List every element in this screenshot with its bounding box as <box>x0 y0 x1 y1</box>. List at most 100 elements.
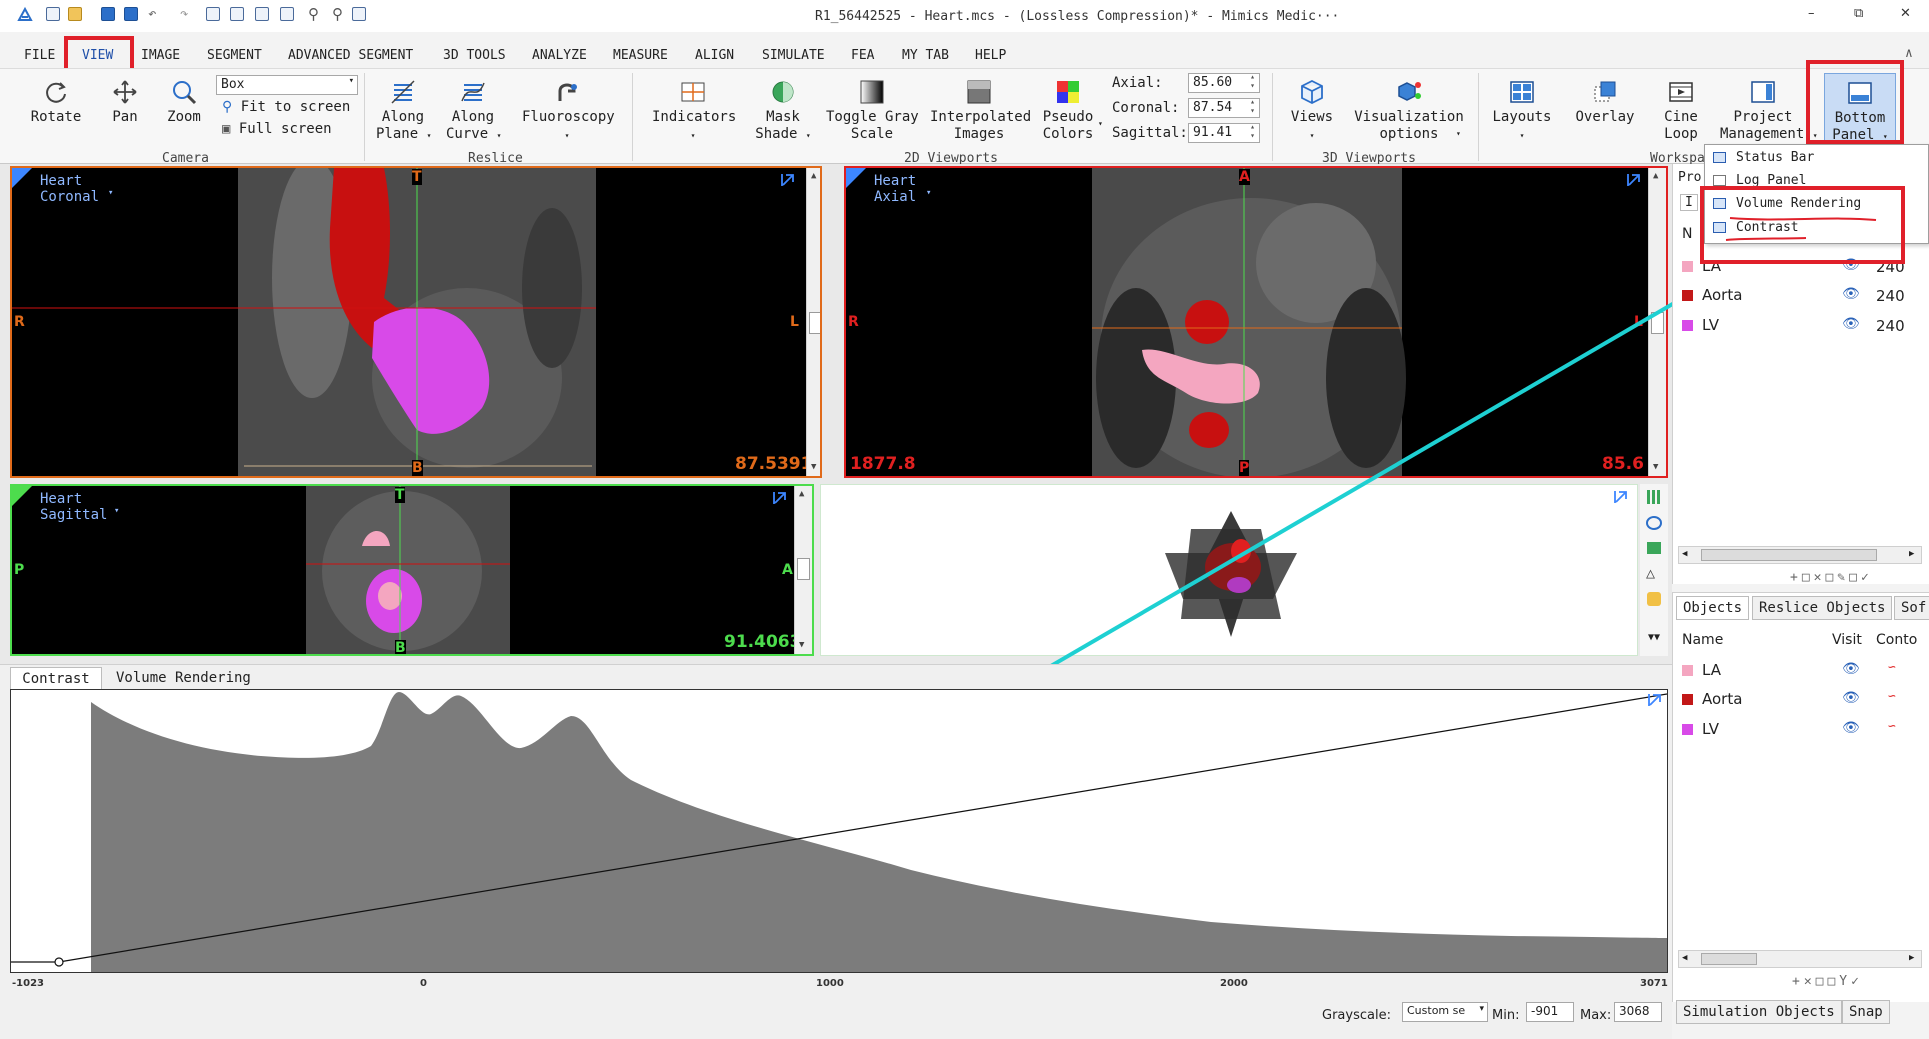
project-management-button[interactable]: Project Management ▾ <box>1720 79 1818 144</box>
masks-toolbar[interactable]: +□✕□✎□✓ <box>1790 570 1873 585</box>
full-screen-button[interactable]: ▣ Full screen <box>222 121 332 137</box>
sagittal-viewport-label[interactable]: Heart Sagittal <box>40 491 107 523</box>
min-input[interactable]: -901 <box>1526 1002 1574 1022</box>
redo-icon[interactable]: ↷ <box>180 6 188 22</box>
paste-icon[interactable] <box>280 7 294 21</box>
views-button[interactable]: Views ▾ <box>1284 79 1340 144</box>
eye-icon[interactable]: 👁 <box>1842 690 1860 706</box>
menu-my-tab[interactable]: MY TAB <box>902 48 949 63</box>
tab-contrast[interactable]: Contrast <box>10 667 102 689</box>
copy-icon[interactable] <box>255 7 269 21</box>
box-icon[interactable] <box>1647 542 1661 554</box>
eye-icon[interactable]: 👁 <box>1842 661 1860 677</box>
tab-objects[interactable]: Objects <box>1676 596 1750 620</box>
object-row[interactable]: Aorta <box>1682 690 1742 708</box>
print-icon[interactable] <box>206 7 220 21</box>
coronal-viewport-label[interactable]: Heart Coronal <box>40 173 99 205</box>
open-folder-icon[interactable] <box>68 7 82 21</box>
fluoroscopy-button[interactable]: Fluoroscopy ▾ <box>522 79 615 144</box>
layouts-button[interactable]: Layouts ▾ <box>1490 79 1554 144</box>
pan-button[interactable]: Pan <box>100 79 150 126</box>
contour-icon[interactable]: ∽ <box>1888 719 1896 734</box>
masks-horizontal-scrollbar[interactable]: ◀ ▶ <box>1678 546 1922 564</box>
mask-shade-button[interactable]: Mask Shade ▾ <box>750 79 816 144</box>
tab-software[interactable]: Sof <box>1894 596 1929 620</box>
scroll-up-icon[interactable]: ▲ <box>811 171 816 181</box>
coronal-viewport[interactable]: Heart Coronal ▾ T B R L 87.5391 ▲ ▼ <box>10 166 822 478</box>
axial-viewport[interactable]: Heart Axial ▾ A P R L 1877.8 85.6 ▲ ▼ <box>844 166 1668 478</box>
menu-item-contrast[interactable]: Contrast <box>1713 220 1799 235</box>
export-icon[interactable] <box>230 7 244 21</box>
scroll-right-icon[interactable]: ▶ <box>1909 953 1914 963</box>
scroll-down-icon[interactable]: ▼ <box>799 640 804 650</box>
restore-button[interactable]: ⧉ <box>1854 6 1863 21</box>
tab-volume-rendering[interactable]: Volume Rendering <box>116 667 266 689</box>
new-file-icon[interactable] <box>46 7 60 21</box>
menu-analyze[interactable]: ANALYZE <box>532 48 587 63</box>
axial-viewport-label[interactable]: Heart Axial <box>874 173 916 205</box>
sagittal-scrollbar[interactable]: ▲ ▼ <box>794 486 812 654</box>
mask-row[interactable]: LA <box>1682 257 1721 275</box>
project-tab-label[interactable]: Pro <box>1678 170 1701 185</box>
bottom-panel-button[interactable]: Bottom Panel ▾ <box>1824 73 1896 145</box>
interpolated-images-button[interactable]: Interpolated Images <box>930 79 1031 143</box>
max-input[interactable]: 3068 <box>1614 1002 1662 1022</box>
zoom-in-icon[interactable]: ⚲ <box>308 5 319 23</box>
scroll-up-icon[interactable]: ▲ <box>799 489 804 499</box>
coronal-spinbox[interactable]: 87.54 <box>1188 97 1260 118</box>
overlay-button[interactable]: Overlay <box>1572 79 1638 126</box>
maximize-viewport-icon[interactable] <box>772 490 788 506</box>
menu-measure[interactable]: MEASURE <box>613 48 668 63</box>
zoom-button[interactable]: Zoom <box>162 79 206 126</box>
menu-segment[interactable]: SEGMENT <box>207 48 262 63</box>
save-icon[interactable] <box>101 7 115 21</box>
toggle-gray-scale-button[interactable]: Toggle Gray Scale <box>826 79 919 143</box>
object-row[interactable]: LV <box>1682 720 1719 738</box>
contrast-histogram[interactable] <box>10 689 1668 973</box>
axial-spinbox[interactable]: 85.60 <box>1188 72 1260 93</box>
menu-image[interactable]: IMAGE <box>141 48 180 63</box>
maximize-histogram-icon[interactable] <box>1647 692 1663 708</box>
maximize-viewport-icon[interactable] <box>1613 489 1629 505</box>
triangle-icon[interactable]: △ <box>1646 564 1655 582</box>
collapse-ribbon-icon[interactable]: ∧ <box>1905 46 1913 61</box>
menu-3d-tools[interactable]: 3D TOOLS <box>443 48 506 63</box>
rotate-button[interactable]: Rotate <box>30 79 82 126</box>
scroll-down-icon[interactable]: ▼ <box>1653 462 1658 472</box>
sagittal-viewport[interactable]: Heart Sagittal ▾ T B P A 91.4063 ▲ ▼ <box>10 484 814 656</box>
axial-scrollbar[interactable]: ▲ ▼ <box>1648 168 1666 476</box>
visualization-options-button[interactable]: Visualization options <box>1354 79 1464 143</box>
maximize-viewport-icon[interactable] <box>780 172 796 188</box>
scroll-thumb[interactable] <box>1701 549 1877 561</box>
eye-icon[interactable]: 👁 <box>1842 257 1860 273</box>
screenshot-icon[interactable] <box>352 7 366 21</box>
maximize-viewport-icon[interactable] <box>1626 172 1642 188</box>
pseudo-colors-button[interactable]: Pseudo Colors <box>1040 79 1096 143</box>
lasso-icon[interactable] <box>1646 516 1662 530</box>
mask-row[interactable]: LV <box>1682 316 1719 334</box>
menu-view[interactable]: VIEW <box>82 48 113 63</box>
tab-reslice-objects[interactable]: Reslice Objects <box>1752 596 1893 620</box>
close-button[interactable]: ✕ <box>1900 6 1911 21</box>
menu-item-volume-rendering[interactable]: Volume Rendering <box>1713 196 1861 211</box>
tab-snap[interactable]: Snap <box>1842 1000 1890 1024</box>
save-as-icon[interactable] <box>124 7 138 21</box>
scroll-thumb[interactable] <box>1701 953 1757 965</box>
menu-item-status-bar[interactable]: Status Bar <box>1713 150 1814 165</box>
scroll-left-icon[interactable]: ◀ <box>1682 953 1687 963</box>
menu-item-log-panel[interactable]: Log Panel <box>1713 173 1806 188</box>
3d-viewport[interactable] <box>820 484 1638 656</box>
menu-help[interactable]: HELP <box>975 48 1006 63</box>
grayscale-select[interactable]: Custom se ▾ <box>1402 1002 1488 1022</box>
menu-fea[interactable]: FEA <box>851 48 874 63</box>
chevron-down-icon[interactable]: ▾ <box>114 506 119 516</box>
along-curve-button[interactable]: Along Curve ▾ <box>446 79 501 144</box>
minimize-button[interactable]: – <box>1808 6 1815 21</box>
chevron-down-icon[interactable]: ▾ <box>926 188 931 198</box>
fit-to-screen-button[interactable]: ⚲ Fit to screen <box>222 99 350 115</box>
object-icon[interactable] <box>1647 592 1661 606</box>
tab-simulation-objects[interactable]: Simulation Objects <box>1676 1000 1842 1024</box>
grid-icon[interactable] <box>1647 490 1661 504</box>
scroll-right-icon[interactable]: ▶ <box>1909 549 1914 559</box>
coronal-scrollbar[interactable]: ▲ ▼ <box>806 168 820 476</box>
